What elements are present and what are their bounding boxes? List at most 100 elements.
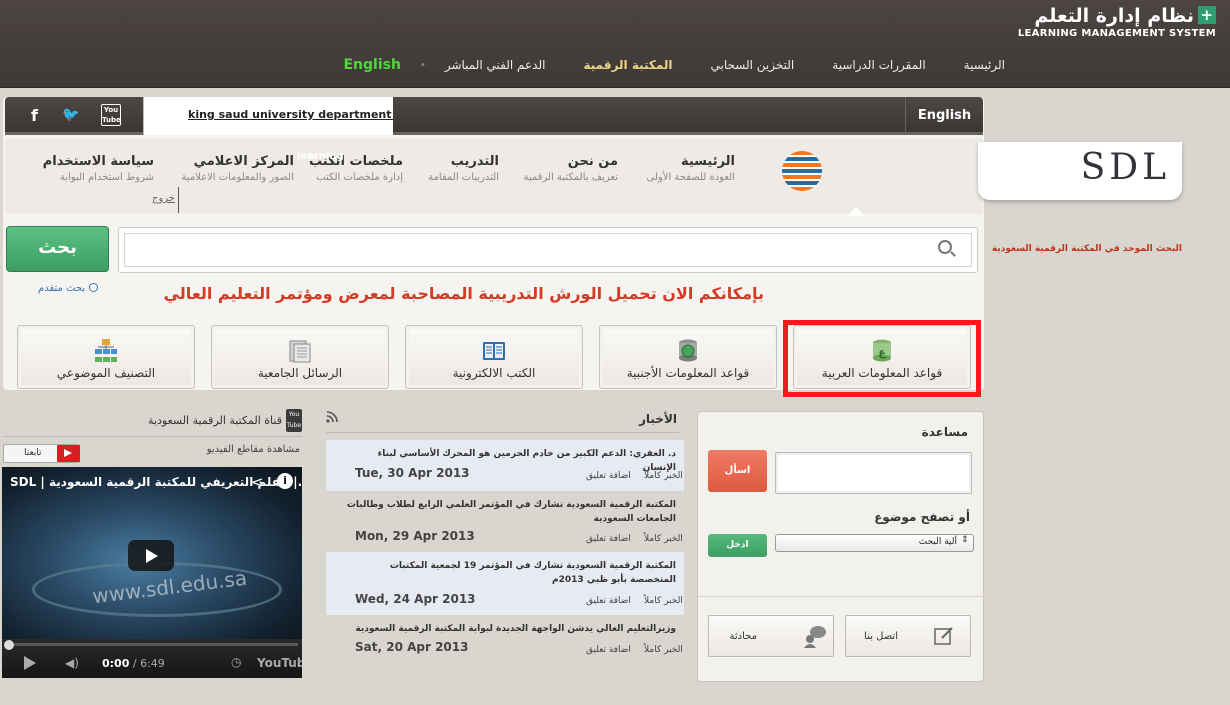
news-item[interactable]: د. العقري: الدعم الكبير من خادم الحرمين … — [326, 440, 684, 491]
tile-subject-classification-label: التصنيف الموضوعي — [56, 366, 156, 380]
news-item[interactable]: المكتبة الرقمية السعودية تشارك في المؤتم… — [326, 491, 684, 552]
news-item[interactable]: وزيرالتعليم العالي يدشن الواجهة الجديدة … — [326, 615, 684, 664]
youtube-icon[interactable]: You Tube — [101, 104, 121, 126]
foreign-database-icon — [679, 339, 697, 362]
share-icon[interactable]: ⋖ — [251, 473, 264, 491]
twitter-icon[interactable]: 🐦 — [62, 107, 79, 123]
youtube-subscribe-button[interactable]: تابعنا — [3, 444, 80, 463]
advanced-search-label: بحث متقدم — [38, 283, 86, 294]
header-nav-home[interactable]: الرئيسية العودة للصفحة الأولى — [647, 154, 735, 183]
browse-topic-label: أو تصفح موضوع — [874, 510, 970, 524]
tile-ebooks[interactable]: الكتب الالكترونية — [405, 325, 583, 389]
sdl-logo[interactable]: SDL — [1081, 147, 1170, 188]
search-mechanism-select[interactable]: آلية البحث — [775, 534, 974, 552]
news-date: Tue, 30 Apr 2013 — [355, 466, 470, 480]
youtube-play-icon — [57, 445, 80, 462]
top-nav-live-support[interactable]: الدعم الفني المباشر — [426, 58, 565, 72]
video-controls: ◀) 0:00 / 6:49 ◷ YouTube — [2, 639, 302, 678]
tile-foreign-databases-label: قواعد المعلومات الأجنبية — [626, 366, 750, 380]
header-nav-usage-policy-sub: شروط استخدام البوابة — [59, 172, 154, 183]
news-date: Sat, 20 Apr 2013 — [355, 640, 469, 654]
video-time-total: / 6:49 — [129, 657, 165, 670]
info-icon[interactable]: i — [277, 473, 293, 489]
header-nav-usage-policy-title: سياسة الاستخدام — [42, 154, 154, 169]
news-headline[interactable]: المكتبة الرقمية السعودية تشارك في المؤتم… — [326, 491, 676, 526]
header-nav-media-center-title: المركز الاعلامي — [193, 154, 294, 169]
ebook-icon — [483, 342, 505, 360]
add-comment-link[interactable]: اضافة تعليق — [586, 596, 631, 606]
watch-later-icon[interactable]: ◷ — [231, 655, 241, 669]
enter-button[interactable]: ادخل — [708, 534, 767, 557]
add-comment-link[interactable]: اضافة تعليق — [586, 645, 631, 655]
subscribe-label: تابعنا — [24, 448, 42, 458]
add-comment-link[interactable]: اضافة تعليق — [586, 471, 631, 481]
facebook-icon[interactable]: f — [31, 106, 38, 125]
search-input[interactable] — [124, 233, 972, 267]
top-nav-home[interactable]: الرئيسية — [945, 58, 1024, 72]
lms-logo[interactable]: نظام إدارة التعلم + LEARNING MANAGEMENT S… — [1018, 5, 1216, 39]
top-bar: نظام إدارة التعلم + LEARNING MANAGEMENT S… — [0, 0, 1230, 88]
social-bar: f 🐦 You Tube king saud university departm… — [5, 97, 983, 135]
top-nav: الرئيسية المقررات الدراسية التخزين السحا… — [343, 57, 1024, 73]
search-icon — [938, 240, 952, 254]
play-icon[interactable] — [128, 540, 174, 571]
full-news-link[interactable]: الخبر كاملاً — [644, 645, 683, 655]
top-nav-courses[interactable]: المقررات الدراسية — [813, 58, 944, 72]
advanced-search-link[interactable]: بحث متقدم — [38, 283, 99, 294]
tile-subject-classification[interactable]: التصنيف الموضوعي — [17, 325, 195, 389]
contact-us-label: اتصل بنا — [864, 631, 898, 642]
help-title: مساعدة — [921, 425, 968, 439]
full-news-link[interactable]: الخبر كاملاً — [644, 534, 683, 544]
news-date: Mon, 29 Apr 2013 — [355, 529, 475, 543]
volume-icon[interactable]: ◀) — [65, 656, 79, 670]
header-nav-about-title: من نحن — [567, 154, 618, 169]
top-nav-cloud-storage[interactable]: التخزين السحابي — [692, 58, 814, 72]
top-nav-english-link[interactable]: English — [343, 57, 419, 73]
ask-input[interactable] — [775, 452, 972, 494]
youtube-channel-icon-bottom: Tube — [286, 422, 302, 429]
header-nav-about[interactable]: من نحن تعريف بالمكتبة الرقمية — [524, 154, 618, 183]
header-nav-training-title: التدريب — [450, 154, 499, 169]
video-time: 0:00 / 6:49 — [102, 657, 165, 670]
search-button[interactable]: بحث — [6, 226, 109, 272]
header-nav-media-center[interactable]: المركز الاعلامي الصور والمعلومات الاعلام… — [181, 154, 294, 183]
news-headline[interactable]: وزيرالتعليم العالي يدشن الواجهة الجديدة … — [326, 615, 676, 636]
video-progress-bar[interactable] — [6, 643, 298, 646]
announcement-banner[interactable]: بإمكانكم الان تحميل الورش التدريبية المص… — [164, 284, 764, 303]
news-headline[interactable]: المكتبة الرقمية السعودية تشارك في المؤتم… — [326, 552, 676, 587]
youtube-logo[interactable]: YouTube — [257, 656, 302, 670]
add-comment-link[interactable]: اضافة تعليق — [586, 534, 631, 544]
sdl-globe-icon — [782, 151, 822, 191]
tile-foreign-databases[interactable]: قواعد المعلومات الأجنبية — [599, 325, 777, 389]
video-player[interactable]: www.sdl.edu.sa SDL | الفلم التعريفي للمك… — [2, 467, 302, 678]
chat-button[interactable]: محادثة — [708, 615, 834, 657]
news-ticker[interactable]: king saud university department of e — [143, 97, 393, 135]
plus-icon: + — [1198, 6, 1216, 24]
tile-theses[interactable]: الرسائل الجامعية — [211, 325, 389, 389]
header-nav-media-center-sub: الصور والمعلومات الاعلامية — [181, 172, 294, 183]
news-title: الأخبار — [638, 412, 677, 426]
full-news-link[interactable]: الخبر كاملاً — [644, 471, 683, 481]
header-nav-usage-policy[interactable]: سياسة الاستخدام شروط استخدام البوابة — [43, 154, 154, 183]
video-progress-knob[interactable] — [4, 640, 14, 650]
ask-button[interactable]: اسأل — [708, 450, 767, 492]
active-pointer — [848, 207, 864, 216]
rss-icon[interactable] — [326, 411, 338, 423]
search-placeholder-label: البحث الموحد في المكتبة الرقمية السعودية — [991, 244, 1182, 254]
top-nav-digital-library[interactable]: المكتبة الرقمية — [564, 58, 691, 72]
header-nav-home-title: الرئيسية — [680, 154, 735, 169]
contact-us-button[interactable]: اتصل بنا — [845, 615, 971, 657]
play-control-icon[interactable] — [24, 656, 36, 670]
logout-divider — [178, 187, 179, 213]
english-button[interactable]: English — [905, 97, 983, 135]
youtube-channel-icon-top: You — [288, 411, 300, 418]
logout-link[interactable]: خروج — [146, 193, 175, 204]
header-nav-training[interactable]: التدريب التدريبات المقامة — [428, 154, 499, 183]
video-time-current: 0:00 — [102, 657, 130, 670]
news-item[interactable]: المكتبة الرقمية السعودية تشارك في المؤتم… — [326, 552, 684, 615]
unified-search-box[interactable] — [118, 227, 978, 273]
news-divider — [326, 432, 679, 433]
channel-divider — [3, 436, 302, 437]
tile-ebooks-label: الكتب الالكترونية — [452, 366, 536, 380]
full-news-link[interactable]: الخبر كاملاً — [644, 596, 683, 606]
